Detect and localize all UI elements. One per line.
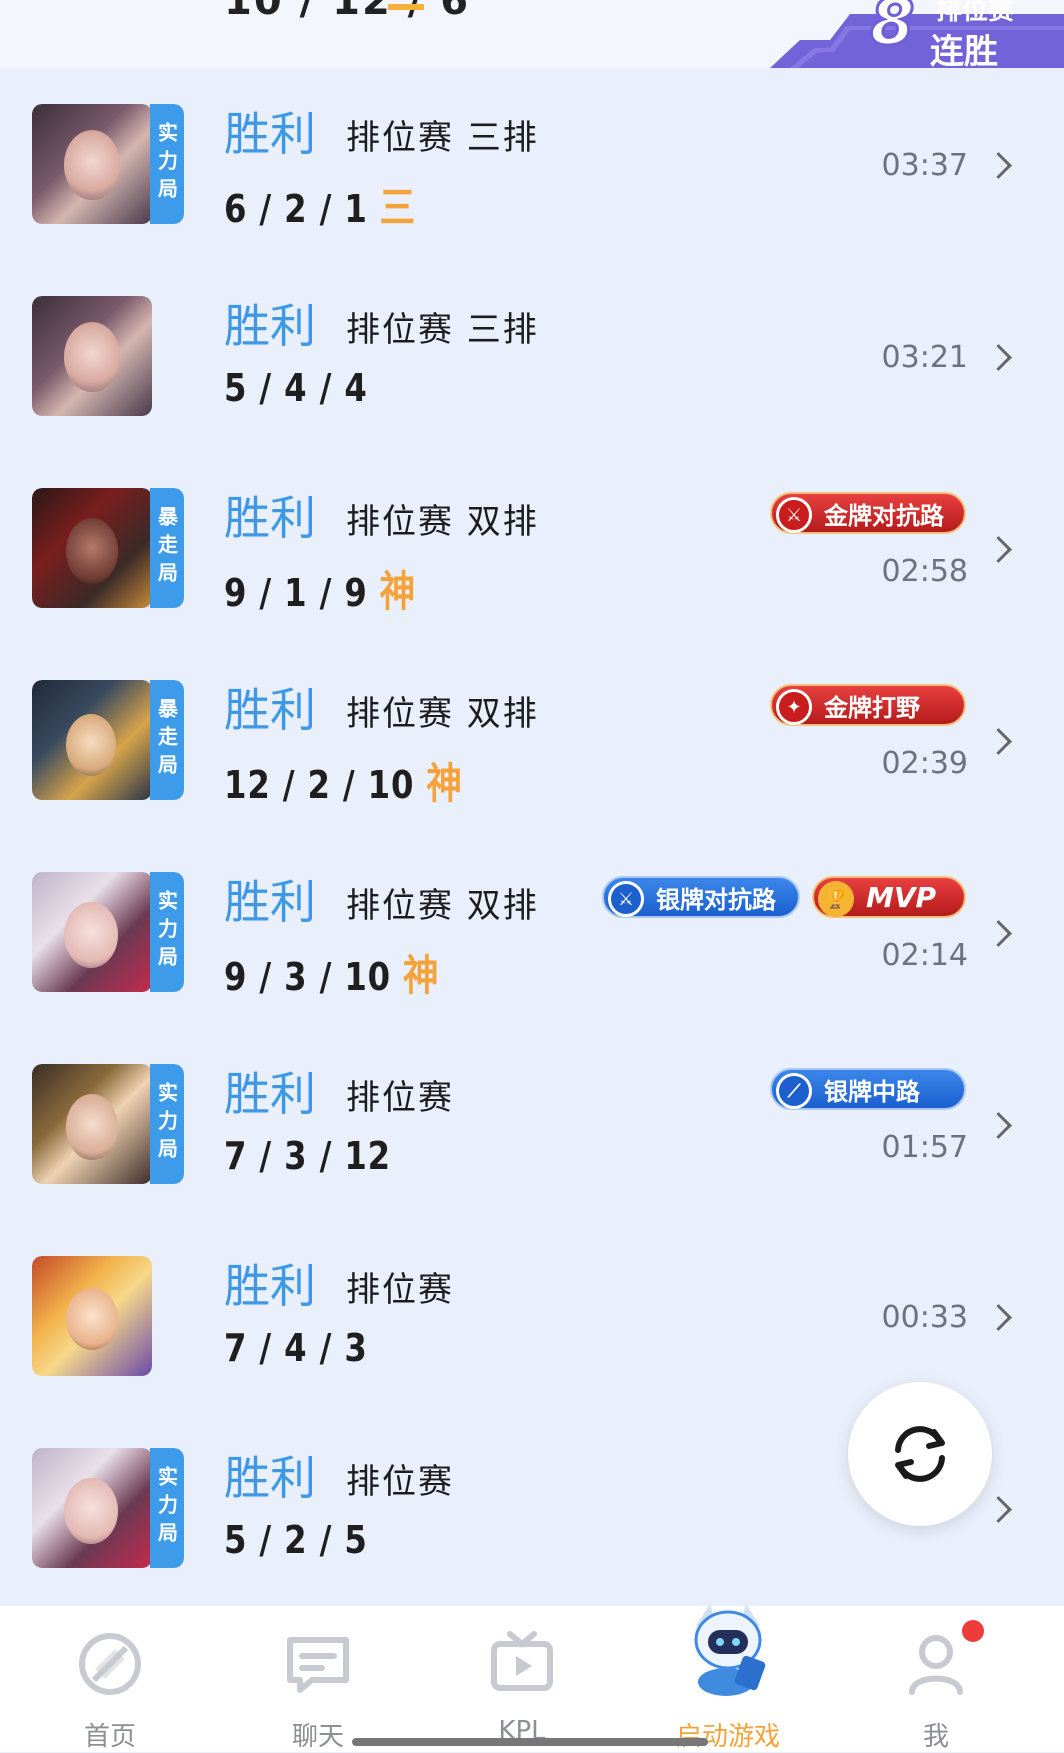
- chevron-right-icon: [985, 344, 1012, 371]
- grade-badge: [388, 0, 424, 10]
- tab-me[interactable]: 我: [856, 1606, 1016, 1752]
- streak-label: 连胜: [930, 32, 998, 72]
- chevron-right-icon: [985, 152, 1012, 179]
- chevron-right-icon: [985, 1496, 1012, 1523]
- streak-number: 8: [869, 0, 917, 62]
- kda-text: 9 / 3 / 10 神: [224, 951, 440, 1000]
- match-result: 胜利: [224, 491, 316, 545]
- match-row[interactable]: 暴走局 胜利 排位赛 双排 9 / 1 / 9神 ⚔ 金牌对抗路 02:58: [0, 452, 1064, 644]
- gold-top-lane-badge: ⚔ 金牌对抗路: [770, 492, 966, 534]
- match-mode: 排位赛 双排: [346, 886, 539, 926]
- home-indicator[interactable]: [352, 1738, 708, 1746]
- match-duration: 02:14: [881, 938, 968, 973]
- kda-text: 12 / 2 / 10 神: [224, 759, 463, 808]
- chat-icon: [287, 1637, 349, 1693]
- match-row[interactable]: 实力局 胜利 排位赛 7 / 3 / 12 ⟋ 银牌中路 01:57: [0, 1028, 1064, 1220]
- grade-badge: 神: [379, 567, 417, 616]
- chevron-right-icon: [985, 536, 1012, 563]
- chevron-right-icon: [985, 1304, 1012, 1331]
- refresh-button[interactable]: [848, 1382, 992, 1526]
- match-row[interactable]: 胜利 排位赛 三排 5 / 4 / 4 03:21: [0, 260, 1064, 452]
- silver-top-lane-badge: ⚔ 银牌对抗路: [602, 876, 800, 918]
- bottom-tab-bar: 首页 聊天 KPL 启动游戏 我: [0, 1604, 1064, 1752]
- grade-badge: 三: [379, 183, 417, 232]
- kda-text: 10 / 12 / 6: [224, 0, 471, 24]
- kda-text: 9 / 1 / 9神: [224, 567, 417, 616]
- tv-icon: [491, 1631, 553, 1691]
- match-mode: 排位赛 三排: [346, 310, 539, 350]
- silver-mid-lane-badge: ⟋ 银牌中路: [770, 1068, 966, 1110]
- kda-text: 7 / 3 / 12: [224, 1134, 391, 1178]
- tab-launch-game[interactable]: 启动游戏: [648, 1604, 808, 1752]
- wand-icon: ⟋: [776, 1073, 812, 1109]
- hero-avatar: [32, 296, 152, 416]
- match-result: 胜利: [224, 107, 316, 161]
- kda-text: 5 / 2 / 5: [224, 1518, 368, 1562]
- kda-text: 6 / 2 / 1三: [224, 183, 417, 232]
- tab-kpl[interactable]: KPL: [442, 1606, 602, 1752]
- sword-icon: ⚔: [776, 497, 812, 533]
- match-result: 胜利: [224, 299, 316, 353]
- mascot-icon: [694, 1604, 766, 1696]
- match-mode: 排位赛: [346, 1078, 454, 1118]
- gold-jungle-badge: ✦ 金牌打野: [770, 684, 966, 726]
- match-mode: 排位赛: [346, 1270, 454, 1310]
- match-duration: 02:58: [881, 554, 968, 589]
- tab-chat[interactable]: 聊天: [238, 1606, 398, 1752]
- tab-home[interactable]: 首页: [30, 1606, 190, 1752]
- match-mode: 排位赛 三排: [346, 118, 539, 158]
- hero-avatar: 暴走局: [32, 488, 184, 608]
- match-result: 胜利: [224, 1451, 316, 1505]
- match-type-tag: 实力局: [150, 1448, 184, 1568]
- grade-badge: 神: [402, 951, 440, 1000]
- compass-icon: [79, 1633, 141, 1695]
- match-row[interactable]: 实力局 胜利 排位赛 双排 9 / 3 / 10 神 ⚔ 银牌对抗路 🏆 MVP …: [0, 836, 1064, 1028]
- kda-text: 7 / 4 / 3: [224, 1326, 368, 1370]
- refresh-icon: [895, 1426, 945, 1482]
- tab-label: 首页: [83, 1722, 136, 1752]
- match-row[interactable]: 暴走局 胜利 排位赛 双排 12 / 2 / 10 神 ✦ 金牌打野 02:39: [0, 644, 1064, 836]
- match-mode: 排位赛 双排: [346, 694, 539, 734]
- kda-text: 5 / 4 / 4: [224, 366, 368, 410]
- notification-dot: [962, 1620, 984, 1642]
- grade-badge: 神: [426, 759, 463, 808]
- tab-label: 聊天: [291, 1722, 344, 1752]
- hero-avatar: 实力局: [32, 872, 184, 992]
- match-duration: 01:57: [881, 1130, 968, 1165]
- match-type-tag: 实力局: [150, 104, 184, 224]
- chevron-right-icon: [985, 1112, 1012, 1139]
- hero-avatar: [32, 1256, 152, 1376]
- chevron-right-icon: [985, 728, 1012, 755]
- chevron-right-icon: [985, 920, 1012, 947]
- match-result: 胜利: [224, 1259, 316, 1313]
- match-type-tag: 实力局: [150, 872, 184, 992]
- match-duration: 02:39: [881, 746, 968, 781]
- match-result: 胜利: [224, 1067, 316, 1121]
- match-row[interactable]: 实力局 胜利 排位赛 三排 6 / 2 / 1三 03:37: [0, 68, 1064, 260]
- match-type-tag: 暴走局: [150, 488, 184, 608]
- trophy-icon: 🏆: [818, 881, 854, 917]
- hero-avatar: 暴走局: [32, 680, 184, 800]
- match-duration: 03:21: [881, 340, 968, 375]
- match-type-tag: 实力局: [150, 1064, 184, 1184]
- win-streak-banner: 8 排位赛 连胜: [770, 0, 1064, 72]
- person-icon: [909, 1635, 963, 1695]
- mvp-badge: 🏆 MVP: [812, 876, 966, 918]
- sword-icon: ⚔: [608, 881, 644, 917]
- claw-icon: ✦: [776, 689, 812, 725]
- match-mode: 排位赛: [346, 1462, 454, 1502]
- match-history-list: 实力局 胜利 排位赛 三排 6 / 2 / 1三 03:37 胜利 排位赛 三排…: [0, 68, 1064, 1604]
- match-result: 胜利: [224, 875, 316, 929]
- streak-label-top: 排位赛: [936, 0, 1015, 26]
- tab-label: 启动游戏: [675, 1722, 780, 1752]
- hero-avatar: 实力局: [32, 1448, 184, 1568]
- hero-avatar: 实力局: [32, 1064, 184, 1184]
- match-duration: 03:37: [881, 148, 968, 183]
- match-type-tag: 暴走局: [150, 680, 184, 800]
- hero-avatar: 实力局: [32, 104, 184, 224]
- match-mode: 排位赛 双排: [346, 502, 539, 542]
- tab-label: 我: [922, 1722, 949, 1752]
- match-result: 胜利: [224, 683, 316, 737]
- match-duration: 00:33: [881, 1300, 968, 1335]
